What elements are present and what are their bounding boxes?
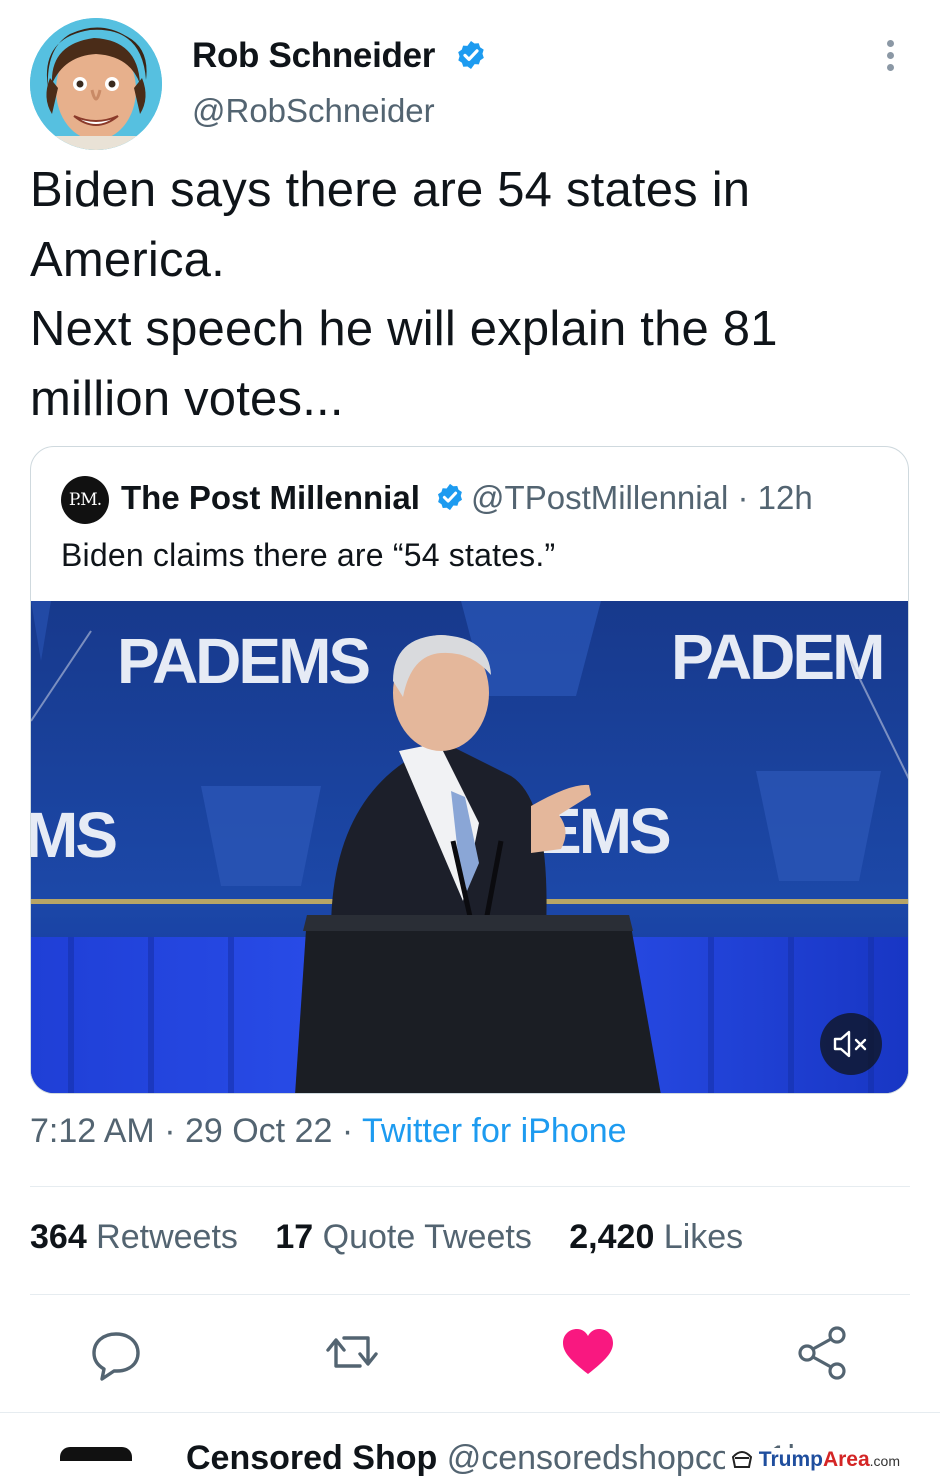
retweet-icon <box>326 1336 378 1368</box>
quoted-tweet-text: Biden claims there are “54 states.” <box>61 537 556 573</box>
watermark-suffix: .com <box>869 1453 900 1469</box>
next-tweet-header: Censored Shop @censoredshopcom 1h <box>186 1439 806 1478</box>
retweets-count: 364 <box>30 1218 87 1256</box>
tweet-stats: 364 Retweets 17 Quote Tweets 2,420 Likes <box>30 1218 771 1257</box>
next-tweet-author[interactable]: Censored Shop <box>186 1439 437 1477</box>
more-options-icon[interactable] <box>878 40 902 76</box>
share-button[interactable] <box>794 1322 854 1382</box>
like-button[interactable] <box>558 1322 618 1382</box>
quote-tweets-stat[interactable]: 17 Quote Tweets <box>275 1218 531 1256</box>
likes-label: Likes <box>654 1218 744 1256</box>
divider-top <box>30 1186 910 1187</box>
tweet-metadata: 7:12 AM · 29 Oct 22 · Twitter for iPhone <box>30 1112 627 1151</box>
verified-badge-icon <box>457 40 484 69</box>
likes-stat[interactable]: 2,420 Likes <box>569 1218 743 1256</box>
reply-button[interactable] <box>86 1322 146 1382</box>
retweets-label: Retweets <box>86 1218 238 1256</box>
watermark-icon <box>731 1448 759 1471</box>
likes-count: 2,420 <box>569 1218 655 1256</box>
share-icon <box>798 1326 846 1380</box>
backdrop-text-right: PADEM <box>671 621 882 693</box>
quoted-author-name[interactable]: The Post Millennial <box>121 479 420 516</box>
quoted-author-avatar[interactable]: P.M. <box>61 476 109 524</box>
mute-toggle-button[interactable] <box>820 1013 882 1075</box>
quote-tweets-count: 17 <box>275 1218 314 1256</box>
quoted-tweet-age: 12h <box>757 479 813 516</box>
like-icon <box>563 1329 613 1374</box>
retweet-button[interactable] <box>322 1322 382 1382</box>
video-player[interactable]: PADEMS PADEM MS EMS <box>31 601 908 1093</box>
tweet-timestamp[interactable]: 7:12 AM · 29 Oct 22 · <box>30 1112 362 1150</box>
watermark-brand-b: Area <box>822 1448 870 1471</box>
backdrop-text-mid-left: MS <box>31 799 116 871</box>
quoted-verified-badge-icon <box>438 484 463 511</box>
tweet-text: Biden says there are 54 states in Americ… <box>30 163 778 426</box>
tweet-source-link[interactable]: Twitter for iPhone <box>362 1112 627 1150</box>
speaker-muted-icon <box>833 1030 867 1058</box>
next-tweet-handle[interactable]: @censoredshopcom <box>447 1439 759 1477</box>
retweets-stat[interactable]: 364 Retweets <box>30 1218 238 1256</box>
quoted-author-handle[interactable]: @TPostMillennial <box>471 479 728 516</box>
quoted-tweet-header: The Post Millennial @TPostMillennial · 1… <box>121 479 813 517</box>
author-avatar[interactable] <box>30 18 162 150</box>
author-handle[interactable]: @RobSchneider <box>192 92 435 130</box>
quoted-tweet-card[interactable]: P.M. The Post Millennial @TPostMillennia… <box>30 446 909 1094</box>
quoted-separator: · <box>728 479 758 516</box>
backdrop-text-left: PADEMS <box>117 625 369 697</box>
site-watermark: TrumpArea.com <box>724 1448 906 1474</box>
author-name-row[interactable]: Rob Schneider <box>192 36 487 76</box>
divider-bottom <box>30 1294 910 1295</box>
reply-icon <box>92 1332 140 1381</box>
next-tweet-avatar[interactable] <box>60 1447 132 1461</box>
author-name[interactable]: Rob Schneider <box>192 36 435 75</box>
watermark-brand-a: Trump <box>758 1448 823 1471</box>
quote-tweets-label: Quote Tweets <box>313 1218 532 1256</box>
author-avatar-image <box>30 18 162 150</box>
video-frame: PADEMS PADEM MS EMS <box>31 601 908 1093</box>
